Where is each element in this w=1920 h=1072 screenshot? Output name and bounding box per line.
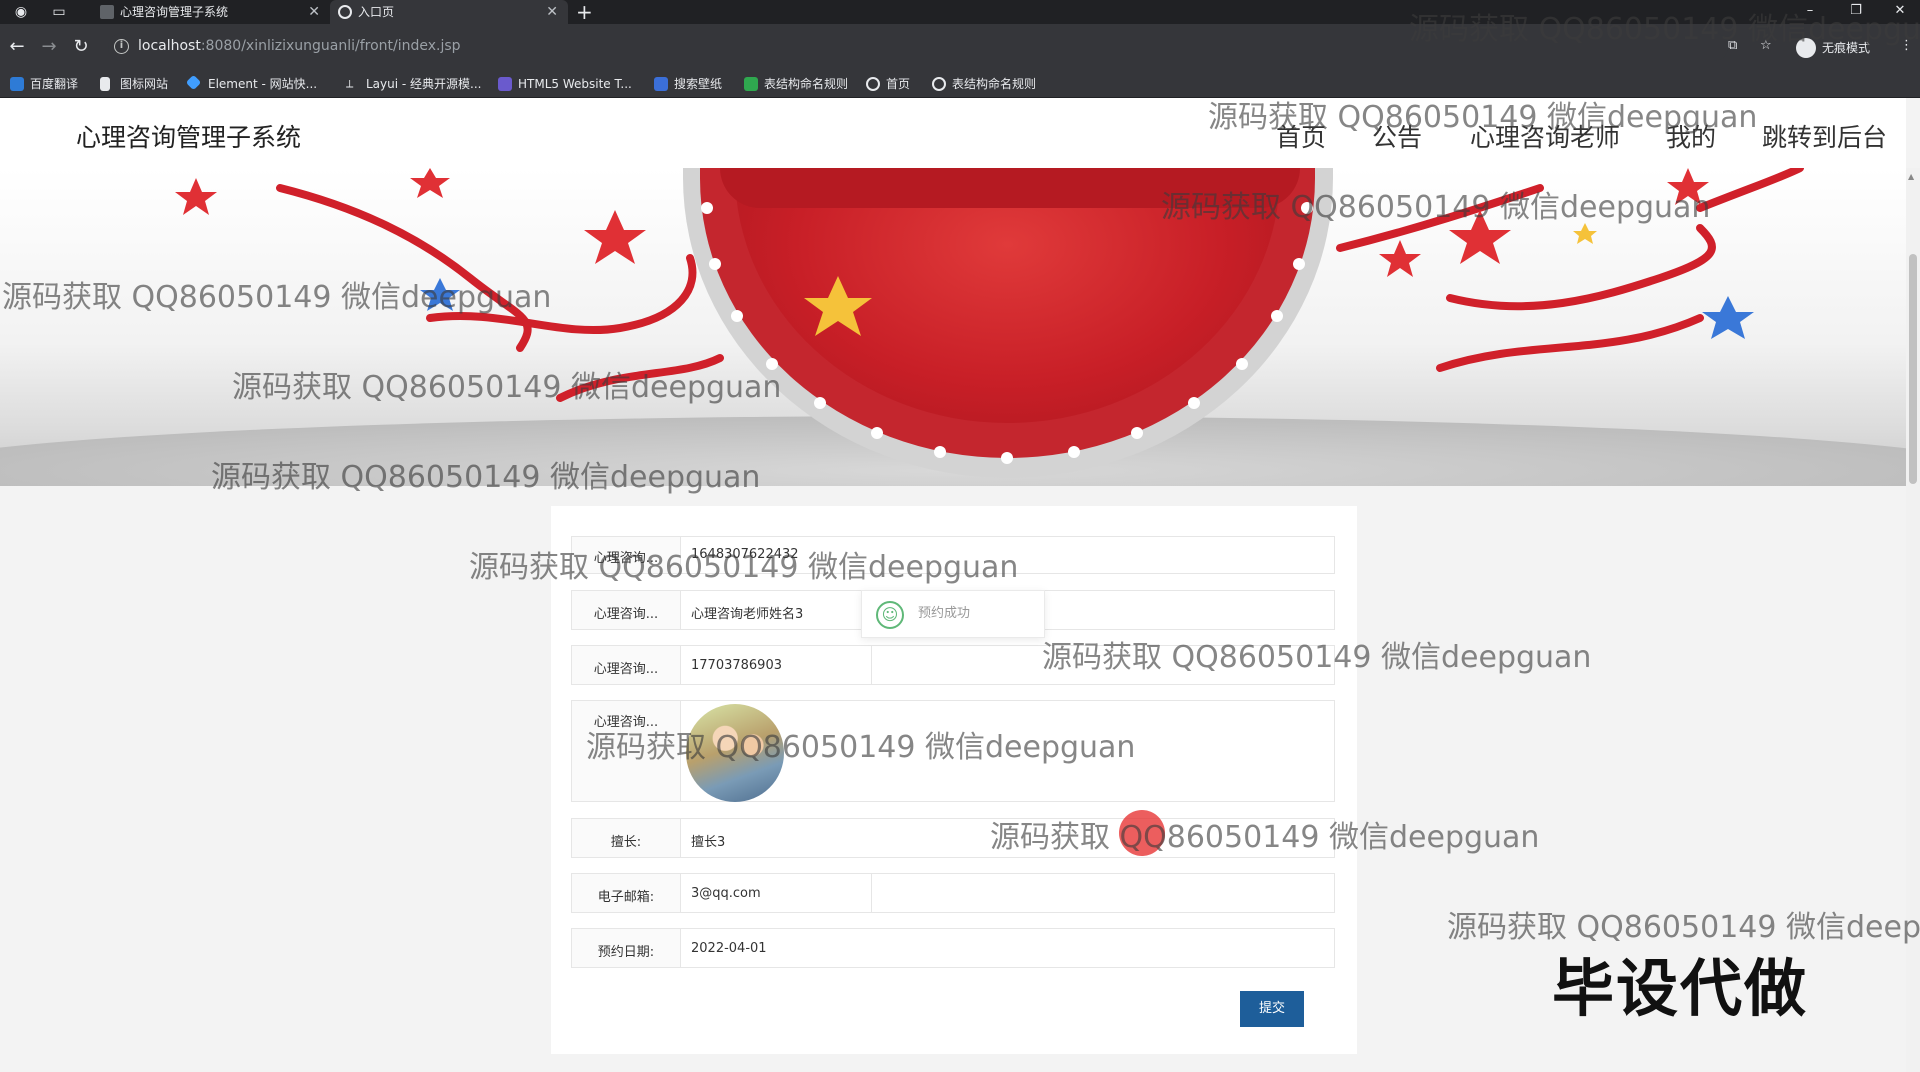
tab-title: 入口页 [358,5,395,19]
tab-overview-icon[interactable]: ▭ [50,3,68,21]
smile-icon: ☺ [876,601,904,629]
browser-menu-icon[interactable]: ◉ [12,3,30,21]
bookmark-item[interactable]: ⟂ Layui - 经典开源模... [346,70,481,98]
tab-title: 心理咨询管理子系统 [120,5,229,19]
watermark: 源码获取 QQ86050149 微信deepguan [1161,190,1711,225]
form-row-appointment-date: 预约日期: 2022-04-01 [571,928,1335,968]
bookmark-label: 百度翻译 [30,77,79,91]
wallpaper-search-icon [654,77,668,91]
watermark: 源码获取 QQ86050149 微信deepguan [1042,640,1592,675]
watermark: 源码获取 QQ86050149 微信deepguan [990,820,1540,855]
bookmark-label: Element - 网站快... [208,77,318,91]
back-icon[interactable]: ← [6,36,28,58]
url-host: localhost [138,38,201,54]
bookmark-label: HTML5 Website T... [518,77,632,91]
sheet-icon [744,77,758,91]
bookmark-label: 搜索壁纸 [674,77,723,91]
bookmark-label: 表结构命名规则 [764,77,849,91]
watermark: 源码获取 QQ86050149 微信deepguan [211,460,761,495]
html5-template-icon [498,77,512,91]
field-label: 预约日期: [571,928,681,968]
bookmark-item[interactable]: 表结构命名规则 [744,70,848,98]
bookmark-item[interactable]: 表结构命名规则 [932,70,1036,98]
bookmark-item[interactable]: 百度翻译 [10,70,78,98]
scroll-thumb[interactable] [1909,254,1917,484]
bookmark-label: 表结构命名规则 [952,77,1037,91]
field-label: 擅长: [571,818,681,858]
element-logo-icon [185,74,202,91]
close-tab-icon[interactable]: ✕ [546,0,558,24]
translate-app-icon [10,77,24,91]
submit-button[interactable]: 提交 [1240,991,1304,1027]
success-toast: ☺ 预约成功 [861,590,1045,638]
browser-tab-2[interactable]: 入口页 ✕ [330,0,568,24]
bookmark-item[interactable]: 首页 [866,70,910,98]
field-label: 心理咨询... [571,590,681,630]
page-favicon-icon [100,5,114,19]
forward-icon[interactable]: → [38,36,60,58]
promo-stamp: 毕设代做 [1552,952,1809,1025]
appointment-form: 心理咨询... 1648307622432 心理咨询... 心理咨询老师姓名3 … [551,506,1357,1054]
site-info-icon[interactable]: i [114,39,129,54]
watermark: 源码获取 QQ86050149 微信deepguan [586,730,1136,765]
bookmark-item[interactable]: Element - 网站快... [185,70,318,98]
bookmark-item[interactable]: HTML5 Website T... [498,70,632,98]
url-text: localhost:8080/xinlizixunguanli/front/in… [138,38,461,54]
globe-icon [866,77,880,91]
nav-admin[interactable]: 跳转到后台 [1762,118,1887,154]
watermark: 源码获取 QQ86050149 微信deepguan [1409,12,1920,47]
form-row-email: 电子邮箱: 3@qq.com [571,873,1335,913]
layui-logo-icon: ⟂ [346,77,354,90]
url-path: :8080/xinlizixunguanli/front/index.jsp [200,38,461,54]
bookmark-item[interactable]: 图标网站 [100,70,168,98]
new-tab-button[interactable]: + [576,0,593,24]
field-label: 电子邮箱: [571,873,681,913]
flag-icon [100,77,110,91]
browser-tab-1[interactable]: 心理咨询管理子系统 ✕ [92,0,330,24]
close-tab-icon[interactable]: ✕ [308,0,320,24]
field-label: 心理咨询... [571,645,681,685]
watermark: 源码获取 QQ86050149 微信deepguan [232,370,782,405]
globe-icon [338,5,352,19]
watermark: 源码获取 QQ86050149 微信deepguan [2,280,552,315]
appointment-date-field[interactable]: 2022-04-01 [681,928,1335,968]
bookmark-label: Layui - 经典开源模... [366,77,482,91]
toast-message: 预约成功 [918,606,971,621]
watermark: 源码获取 QQ86050149 微信deepguan [1208,100,1758,135]
email-field[interactable]: 3@qq.com [681,873,1335,913]
bookmark-label: 首页 [886,77,911,91]
scroll-up-icon[interactable]: ▲ [1908,172,1914,181]
bookmark-label: 图标网站 [120,77,169,91]
globe-icon [932,77,946,91]
reload-icon[interactable]: ↻ [70,36,92,58]
watermark: 源码获取 QQ86050149 微信deepguan [469,550,1019,585]
bookmark-item[interactable]: 搜索壁纸 [654,70,722,98]
site-title: 心理咨询管理子系统 [76,123,302,152]
